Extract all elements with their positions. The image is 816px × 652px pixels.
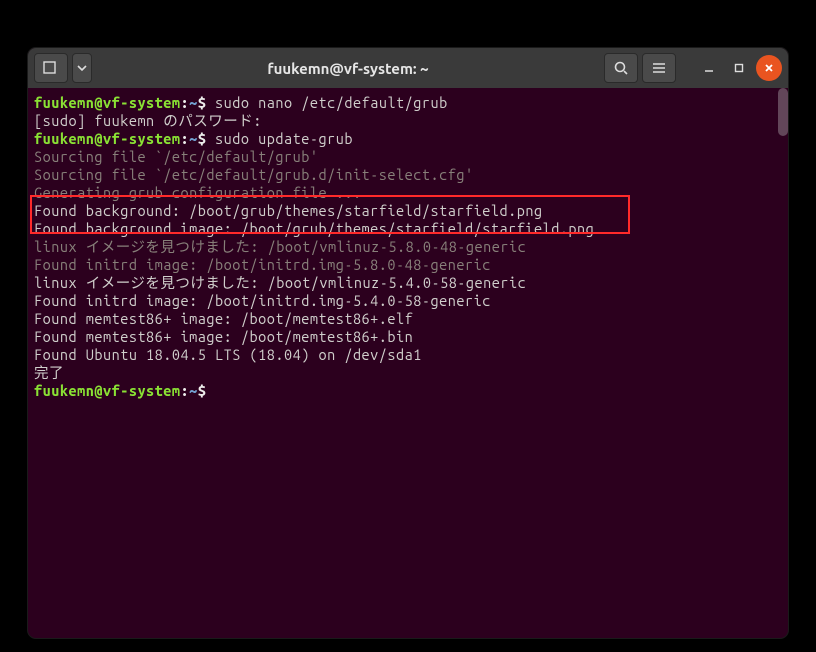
maximize-button[interactable] bbox=[726, 55, 752, 81]
terminal-line: linux イメージを見つけました: /boot/vmlinuz-5.8.0-4… bbox=[34, 238, 782, 256]
terminal-line: Found background: /boot/grub/themes/star… bbox=[34, 202, 782, 220]
search-icon bbox=[613, 60, 629, 76]
terminal-line: [sudo] fuukemn のパスワード: bbox=[34, 112, 782, 130]
terminal-line: 完了 bbox=[34, 364, 782, 382]
prompt-sep: : bbox=[181, 130, 190, 147]
new-tab-icon bbox=[42, 59, 60, 77]
prompt-path: ~ bbox=[189, 130, 198, 147]
terminal-line: Found initrd image: /boot/initrd.img-5.8… bbox=[34, 256, 782, 274]
prompt-sep: : bbox=[181, 382, 190, 399]
terminal-line: Found initrd image: /boot/initrd.img-5.4… bbox=[34, 292, 782, 310]
terminal-line: linux イメージを見つけました: /boot/vmlinuz-5.4.0-5… bbox=[34, 274, 782, 292]
hamburger-icon bbox=[651, 60, 667, 76]
terminal-line: fuukemn@vf-system:~$ sudo update-grub bbox=[34, 130, 782, 148]
scrollbar-thumb[interactable] bbox=[778, 88, 788, 136]
terminal-line: Found memtest86+ image: /boot/memtest86+… bbox=[34, 310, 782, 328]
menu-button[interactable] bbox=[642, 53, 676, 83]
prompt-user: fuukemn@vf-system bbox=[34, 130, 181, 147]
close-button[interactable] bbox=[756, 55, 782, 81]
command-text: sudo nano /etc/default/grub bbox=[206, 94, 447, 111]
window-title: fuukemn@vf-system: ~ bbox=[96, 60, 600, 77]
prompt-path: ~ bbox=[189, 382, 198, 399]
prompt-path: ~ bbox=[189, 94, 198, 111]
new-tab-button[interactable] bbox=[34, 53, 68, 83]
terminal-body[interactable]: fuukemn@vf-system:~$ sudo nano /etc/defa… bbox=[28, 88, 788, 638]
terminal-line: Found Ubuntu 18.04.5 LTS (18.04) on /dev… bbox=[34, 346, 782, 364]
terminal-line: Found background image: /boot/grub/theme… bbox=[34, 220, 782, 238]
chevron-down-icon bbox=[77, 63, 87, 73]
search-button[interactable] bbox=[604, 53, 638, 83]
command-text: sudo update-grub bbox=[206, 130, 353, 147]
terminal-line: Found memtest86+ image: /boot/memtest86+… bbox=[34, 328, 782, 346]
prompt-user: fuukemn@vf-system bbox=[34, 94, 181, 111]
titlebar-right bbox=[604, 53, 782, 83]
terminal-line: Generating grub configuration file ... bbox=[34, 184, 782, 202]
command-text bbox=[206, 382, 215, 399]
prompt-user: fuukemn@vf-system bbox=[34, 382, 181, 399]
prompt-sep: : bbox=[181, 94, 190, 111]
terminal-line: Sourcing file `/etc/default/grub.d/init-… bbox=[34, 166, 782, 184]
titlebar: fuukemn@vf-system: ~ bbox=[28, 48, 788, 88]
terminal-line: fuukemn@vf-system:~$ bbox=[34, 382, 782, 400]
maximize-icon bbox=[733, 62, 745, 74]
close-icon bbox=[763, 62, 775, 74]
tab-dropdown-button[interactable] bbox=[72, 53, 92, 83]
terminal-window: fuukemn@vf-system: ~ bbox=[28, 48, 788, 638]
minimize-button[interactable] bbox=[696, 55, 722, 81]
terminal-line: fuukemn@vf-system:~$ sudo nano /etc/defa… bbox=[34, 94, 782, 112]
minimize-icon bbox=[703, 62, 715, 74]
titlebar-left bbox=[34, 53, 92, 83]
terminal-line: Sourcing file `/etc/default/grub' bbox=[34, 148, 782, 166]
